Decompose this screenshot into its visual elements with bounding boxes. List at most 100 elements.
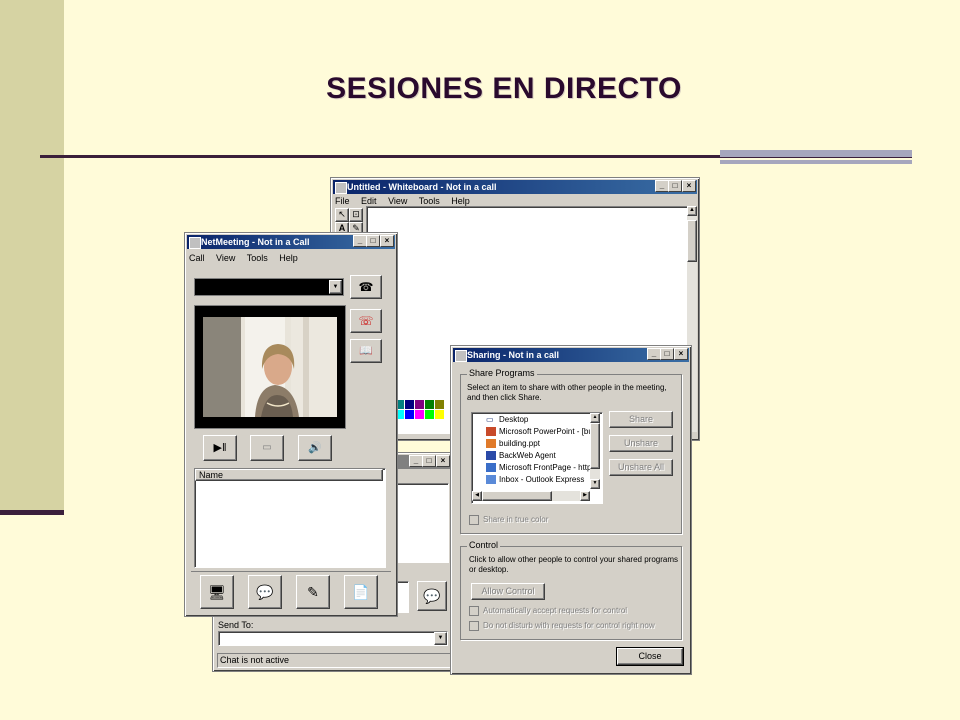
menu-tools[interactable]: Tools (419, 196, 440, 206)
maximize-icon[interactable]: □ (660, 348, 674, 360)
list-item[interactable]: Inbox - Outlook Express (486, 475, 584, 485)
control-group: Control Click to allow other people to c… (460, 540, 682, 640)
share-true-color-checkbox[interactable]: Share in true color (469, 515, 548, 525)
select-tool-icon[interactable]: ↖ (335, 208, 349, 222)
chevron-down-icon[interactable]: ▼ (434, 632, 447, 645)
color-swatch[interactable] (405, 410, 414, 419)
color-palette (395, 400, 455, 420)
play-pause-icon[interactable]: ▶‖ (203, 435, 237, 461)
minimize-icon[interactable]: _ (647, 348, 661, 360)
color-swatch[interactable] (415, 400, 424, 409)
chat-icon[interactable]: 💬 (248, 575, 282, 609)
zoom-tool-icon[interactable]: ⊡ (349, 208, 363, 222)
close-icon[interactable]: × (674, 348, 688, 360)
share-button[interactable]: Share (609, 411, 673, 428)
left-decor-line (0, 510, 64, 515)
scroll-up-icon[interactable]: ▲ (687, 206, 697, 216)
menu-tools[interactable]: Tools (247, 253, 268, 263)
whiteboard-title: Untitled - Whiteboard - Not in a call (347, 182, 497, 192)
whiteboard-icon[interactable]: ✎ (296, 575, 330, 609)
video-frame (194, 305, 346, 429)
menu-edit[interactable]: Edit (361, 196, 377, 206)
name-column-header[interactable]: Name (195, 469, 383, 481)
maximize-icon[interactable]: □ (366, 235, 380, 247)
directory-icon[interactable]: 📖 (350, 339, 382, 363)
whiteboard-app-icon (335, 182, 347, 194)
send-to-select[interactable]: ▼ (218, 631, 448, 646)
menu-view[interactable]: View (216, 253, 235, 263)
do-not-disturb-checkbox[interactable]: Do not disturb with requests for control… (469, 621, 655, 631)
audio-tuning-icon[interactable]: 🔊 (298, 435, 332, 461)
color-swatch[interactable] (405, 400, 414, 409)
close-button[interactable]: Close (616, 647, 684, 666)
close-icon[interactable]: × (436, 455, 450, 467)
unshare-button[interactable]: Unshare (609, 435, 673, 452)
horizontal-scrollbar[interactable]: ◀ ▶ (472, 491, 590, 501)
chat-status-text: Chat is not active (220, 655, 290, 665)
checkbox-box[interactable] (469, 515, 479, 525)
participants-list[interactable]: Name (194, 468, 386, 568)
whiteboard-titlebar[interactable]: Untitled - Whiteboard - Not in a call (333, 180, 697, 194)
slide-title: SESIONES EN DIRECTO (326, 72, 682, 105)
auto-accept-checkbox[interactable]: Automatically accept requests for contro… (469, 606, 627, 616)
color-swatch[interactable] (415, 410, 424, 419)
allow-control-button[interactable]: Allow Control (471, 583, 545, 600)
sharing-window: Sharing - Not in a call _ □ × Share Prog… (450, 345, 692, 675)
sharing-app-icon (455, 350, 467, 362)
list-item[interactable]: building.ppt (486, 439, 540, 449)
sharing-title: Sharing - Not in a call (467, 350, 560, 360)
list-item[interactable]: BackWeb Agent (486, 451, 556, 461)
send-to-label: Send To: (218, 620, 254, 630)
minimize-icon[interactable]: _ (353, 235, 367, 247)
checkbox-box[interactable] (469, 606, 479, 616)
scroll-thumb[interactable] (687, 220, 697, 262)
maximize-icon[interactable]: □ (668, 180, 682, 192)
scroll-down-icon[interactable]: ▼ (590, 479, 600, 489)
color-swatch[interactable] (435, 400, 444, 409)
programs-list[interactable]: ▭ Desktop Microsoft PowerPoint - [buil bu… (471, 412, 603, 504)
vertical-scrollbar[interactable]: ▲ ▼ (590, 413, 600, 489)
name-header-label: Name (199, 470, 224, 480)
chat-history[interactable] (393, 483, 449, 563)
minimize-icon[interactable]: _ (655, 180, 669, 192)
menu-help[interactable]: Help (279, 253, 298, 263)
place-call-icon[interactable]: ☎ (350, 275, 382, 299)
title-rule-accent-lower (720, 160, 912, 164)
list-item[interactable]: ▭ Desktop (486, 415, 528, 424)
picture-in-picture-icon[interactable]: ▭ (250, 435, 284, 461)
netmeeting-menubar: Call View Tools Help (189, 253, 307, 263)
close-icon[interactable]: × (682, 180, 696, 192)
minimize-icon[interactable]: _ (409, 455, 423, 467)
menu-view[interactable]: View (388, 196, 407, 206)
chevron-down-icon[interactable]: ▼ (329, 280, 342, 294)
netmeeting-title: NetMeeting - Not in a Call (201, 237, 310, 247)
maximize-icon[interactable]: □ (422, 455, 436, 467)
color-swatch[interactable] (425, 410, 434, 419)
scroll-up-icon[interactable]: ▲ (590, 413, 600, 423)
checkbox-box[interactable] (469, 621, 479, 631)
list-item[interactable]: Microsoft PowerPoint - [buil (486, 427, 596, 437)
file-transfer-icon[interactable]: 📄 (344, 575, 378, 609)
scroll-thumb[interactable] (590, 423, 600, 469)
address-combobox[interactable]: ▼ (194, 278, 344, 296)
menu-help[interactable]: Help (451, 196, 470, 206)
control-instructions: Click to allow other people to control y… (469, 555, 678, 574)
color-swatch[interactable] (435, 410, 444, 419)
close-icon[interactable]: × (380, 235, 394, 247)
menu-call[interactable]: Call (189, 253, 205, 263)
list-item[interactable]: Microsoft FrontPage - http:/ (486, 463, 596, 473)
share-program-icon[interactable]: 🖥 (200, 575, 234, 609)
menu-file[interactable]: File (335, 196, 350, 206)
scroll-thumb[interactable] (482, 491, 552, 501)
unshare-all-button[interactable]: Unshare All (609, 459, 673, 476)
share-instructions: Select an item to share with other peopl… (467, 383, 667, 402)
share-programs-group: Share Programs Select an item to share w… (460, 368, 682, 534)
share-programs-label: Share Programs (467, 368, 537, 378)
netmeeting-window: NetMeeting - Not in a Call _ □ × Call Vi… (184, 232, 398, 617)
scroll-right-icon[interactable]: ▶ (580, 491, 590, 501)
end-call-icon[interactable]: ☏ (350, 309, 382, 333)
control-label: Control (467, 540, 501, 550)
send-message-icon[interactable]: 💬 (417, 581, 447, 611)
scroll-left-icon[interactable]: ◀ (472, 491, 482, 501)
color-swatch[interactable] (425, 400, 434, 409)
